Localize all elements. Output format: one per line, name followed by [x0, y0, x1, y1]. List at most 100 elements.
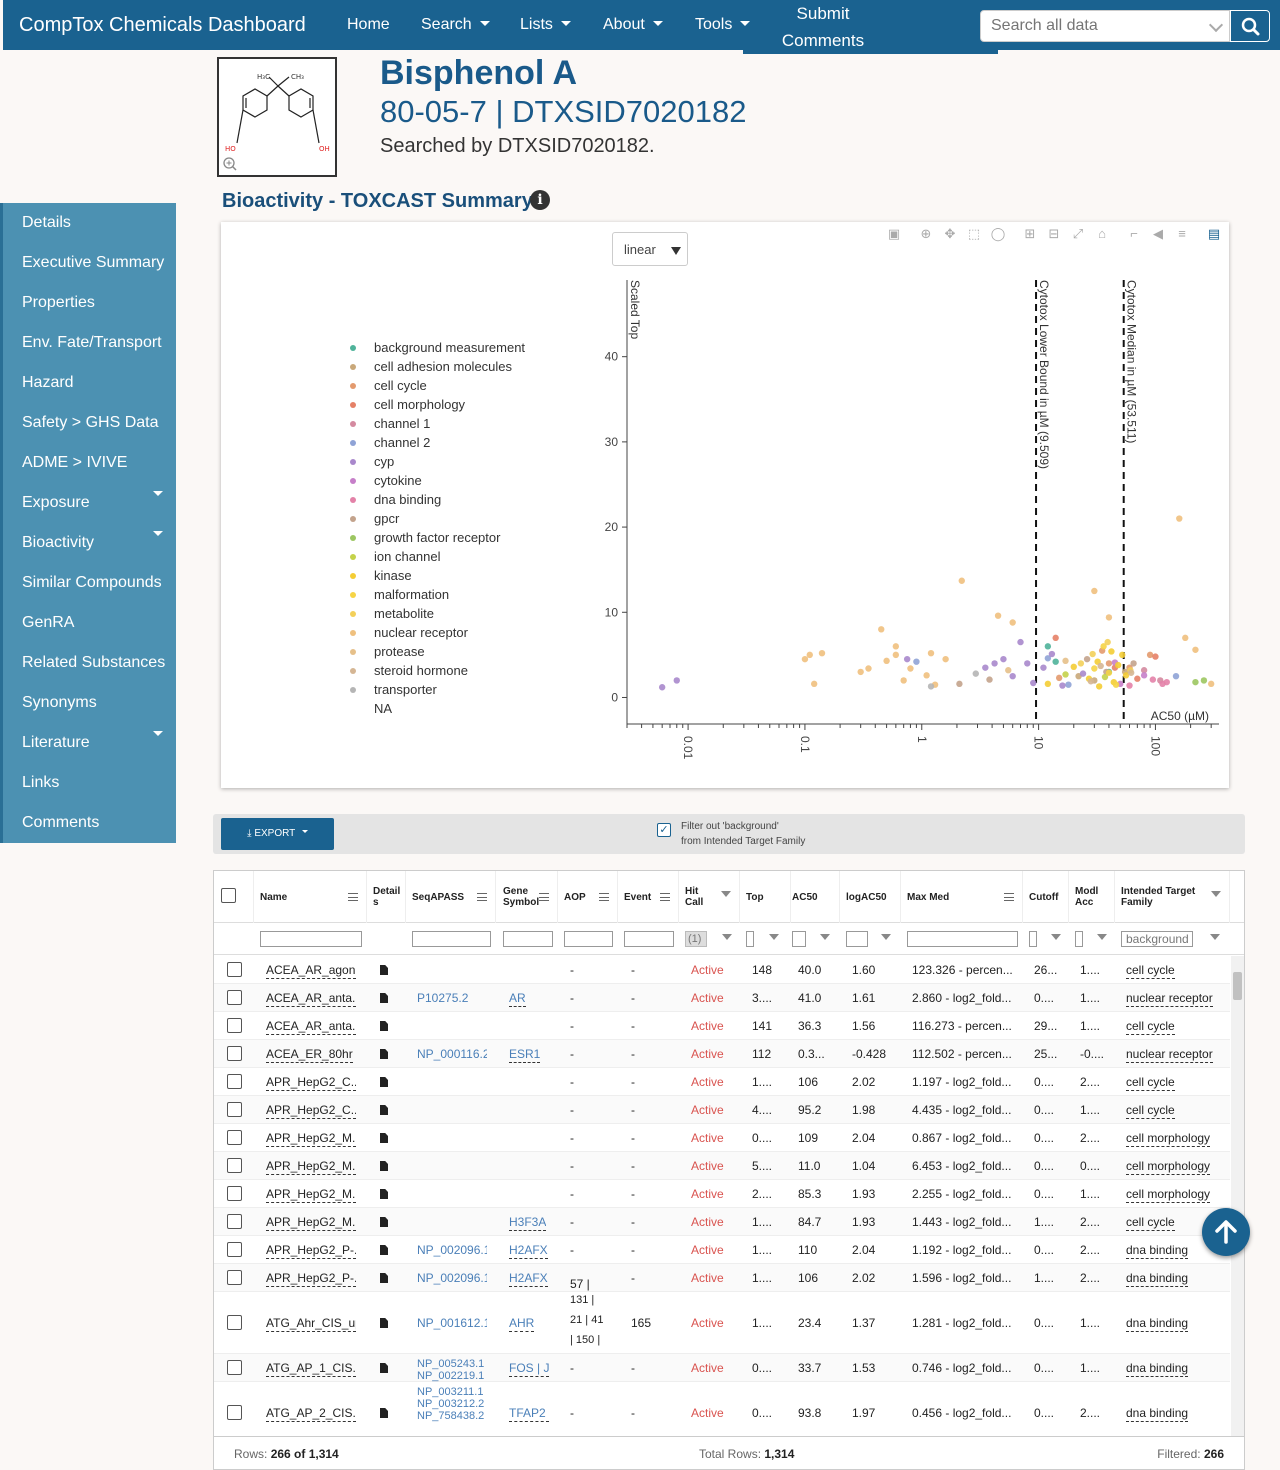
sidebar-item-literature[interactable]: Literature	[22, 734, 90, 752]
sidebar-item-ghs[interactable]: Safety > GHS Data	[22, 414, 159, 432]
header-top[interactable]: Top	[740, 871, 791, 923]
caret-down-icon[interactable]	[153, 731, 163, 736]
gene-filter-input[interactable]	[503, 931, 553, 947]
table-row[interactable]: APR_HepG2_P-... NP_002096.1 H2AFX - - Active 1…	[214, 1236, 1230, 1264]
cell-seqapass[interactable]: NP_001612.1	[417, 1315, 487, 1331]
pan-icon[interactable]: ✥	[942, 227, 958, 241]
filter-icon[interactable]	[1097, 934, 1107, 940]
sidebar-item-properties[interactable]: Properties	[22, 294, 95, 312]
filter-icon[interactable]	[721, 891, 731, 897]
cell-name[interactable]: APR_HepG2_M...	[266, 1186, 356, 1203]
column-menu-icon[interactable]	[477, 893, 487, 901]
cell-gene[interactable]: ESR1	[509, 1046, 541, 1063]
box-select-icon[interactable]: ⬚	[966, 227, 982, 241]
details-document-icon[interactable]	[380, 1273, 388, 1283]
plotly-logo-icon[interactable]: ▤	[1206, 227, 1222, 241]
cell-family[interactable]: cell morphology	[1126, 1186, 1211, 1203]
cell-name[interactable]: ATG_AP_2_CIS...	[266, 1405, 356, 1422]
cell-gene[interactable]: FOS | JUN	[509, 1360, 549, 1377]
modl-filter-input[interactable]	[1075, 931, 1083, 947]
cell-gene[interactable]: AHR	[509, 1315, 535, 1332]
legend-item[interactable]: transporter	[346, 682, 546, 701]
cell-event[interactable]: -	[631, 1046, 635, 1062]
nav-about[interactable]: About	[603, 16, 663, 34]
cell-event[interactable]: -	[631, 962, 635, 978]
cell-event[interactable]: -	[631, 1158, 635, 1174]
legend-item[interactable]: nuclear receptor	[346, 625, 546, 644]
details-document-icon[interactable]	[380, 993, 388, 1003]
table-row[interactable]: ACEA_AR_anta... - - Active 141 36.3 1.56 116.27…	[214, 1012, 1230, 1040]
submit-comments-link[interactable]: Submit Comments	[743, 0, 998, 54]
header-modl-acc[interactable]: Modl Acc	[1069, 871, 1115, 923]
spike-lines-icon[interactable]: ⌐	[1126, 227, 1142, 241]
column-menu-icon[interactable]	[1004, 893, 1014, 901]
header-cutoff[interactable]: Cutoff	[1023, 871, 1069, 923]
cell-family[interactable]: cell morphology	[1126, 1158, 1211, 1175]
table-row[interactable]: APR_HepG2_M... - - Active 2.... 85.3 1.93 2.255…	[214, 1180, 1230, 1208]
home-icon[interactable]: ⌂	[1094, 227, 1110, 241]
sidebar-item-env-fate[interactable]: Env. Fate/Transport	[22, 334, 162, 352]
sidebar-item-genra[interactable]: GenRA	[22, 614, 74, 632]
sidebar-item-hazard[interactable]: Hazard	[22, 374, 74, 392]
filter-icon[interactable]	[1051, 934, 1061, 940]
row-checkbox[interactable]	[227, 1046, 242, 1061]
table-scrollbar[interactable]	[1231, 956, 1244, 1436]
column-menu-icon[interactable]	[599, 893, 609, 901]
autoscale-icon[interactable]: ⤢	[1070, 227, 1086, 241]
nav-search[interactable]: Search	[421, 16, 490, 34]
sidebar-item-executive-summary[interactable]: Executive Summary	[22, 254, 164, 272]
cell-gene[interactable]: H2AFX	[509, 1242, 548, 1259]
row-checkbox[interactable]	[227, 990, 242, 1005]
cell-family[interactable]: dna binding	[1126, 1360, 1189, 1377]
row-checkbox[interactable]	[227, 1270, 242, 1285]
row-checkbox[interactable]	[227, 1102, 242, 1117]
cell-name[interactable]: ATG_AP_1_CIS...	[266, 1360, 356, 1377]
scroll-to-top-button[interactable]	[1202, 1208, 1250, 1256]
table-row[interactable]: ACEA_ER_80hr NP_000116.2 ESR1 - - Active 112 0.…	[214, 1040, 1230, 1068]
caret-down-icon[interactable]	[153, 531, 163, 536]
legend-item[interactable]: background measurement	[346, 340, 546, 359]
cell-event[interactable]: -	[631, 1074, 635, 1090]
cutoff-filter-input[interactable]	[1029, 931, 1037, 947]
cell-event[interactable]: 165	[631, 1315, 651, 1331]
row-checkbox[interactable]	[227, 1130, 242, 1145]
search-input[interactable]	[981, 11, 1191, 41]
legend-item[interactable]: malformation	[346, 587, 546, 606]
table-row[interactable]: APR_HepG2_M... H3F3A - - Active 1.... 84.7 1.93…	[214, 1208, 1230, 1236]
table-row[interactable]: ATG_AP_1_CIS... NP_005243.1 NP_002219.1 FO…	[214, 1354, 1230, 1382]
cell-name[interactable]: APR_HepG2_P-...	[266, 1270, 356, 1287]
table-row[interactable]: ACEA_AR_agon... - - Active 148 40.0 1.60 123.32…	[214, 956, 1230, 984]
hover-compare-icon[interactable]: ≡	[1174, 227, 1190, 241]
sidebar-item-comments[interactable]: Comments	[22, 814, 99, 832]
cell-name[interactable]: APR_HepG2_P-...	[266, 1242, 356, 1259]
legend-item[interactable]: ion channel	[346, 549, 546, 568]
cell-event[interactable]: -	[631, 1214, 635, 1230]
filter-background-checkbox[interactable]: ✓	[657, 823, 671, 837]
cell-gene[interactable]: TFAP2 B |	[509, 1405, 549, 1422]
hitcall-filter-input[interactable]: (1)	[685, 931, 707, 947]
brand-title[interactable]: CompTox Chemicals Dashboard	[19, 14, 306, 37]
row-checkbox[interactable]	[227, 1242, 242, 1257]
legend-item[interactable]: cytokine	[346, 473, 546, 492]
search-all-box[interactable]	[980, 10, 1230, 42]
row-checkbox[interactable]	[227, 1158, 242, 1173]
event-filter-input[interactable]	[624, 931, 674, 947]
cell-name[interactable]: ACEA_AR_anta...	[266, 990, 356, 1007]
legend-item[interactable]: cell cycle	[346, 378, 546, 397]
top-filter-input[interactable]	[746, 931, 754, 947]
details-document-icon[interactable]	[380, 1363, 388, 1373]
details-document-icon[interactable]	[380, 965, 388, 975]
legend-item[interactable]: cell morphology	[346, 397, 546, 416]
cell-seqapass[interactable]: NP_002096.1	[417, 1270, 487, 1286]
select-all-checkbox[interactable]	[221, 888, 236, 903]
cell-name[interactable]: APR_HepG2_M...	[266, 1158, 356, 1175]
caret-down-icon[interactable]	[153, 491, 163, 496]
table-row[interactable]: APR_HepG2_C... - - Active 1.... 106 2.02 1.197 …	[214, 1068, 1230, 1096]
column-menu-icon[interactable]	[539, 893, 549, 901]
header-name[interactable]: Name	[254, 871, 367, 923]
scale-select[interactable]: linear	[612, 232, 688, 266]
cell-event[interactable]: -	[631, 1018, 635, 1034]
filter-icon[interactable]	[1210, 934, 1220, 940]
header-seqapass[interactable]: SeqAPASS	[406, 871, 496, 923]
name-filter-input[interactable]	[260, 931, 362, 947]
